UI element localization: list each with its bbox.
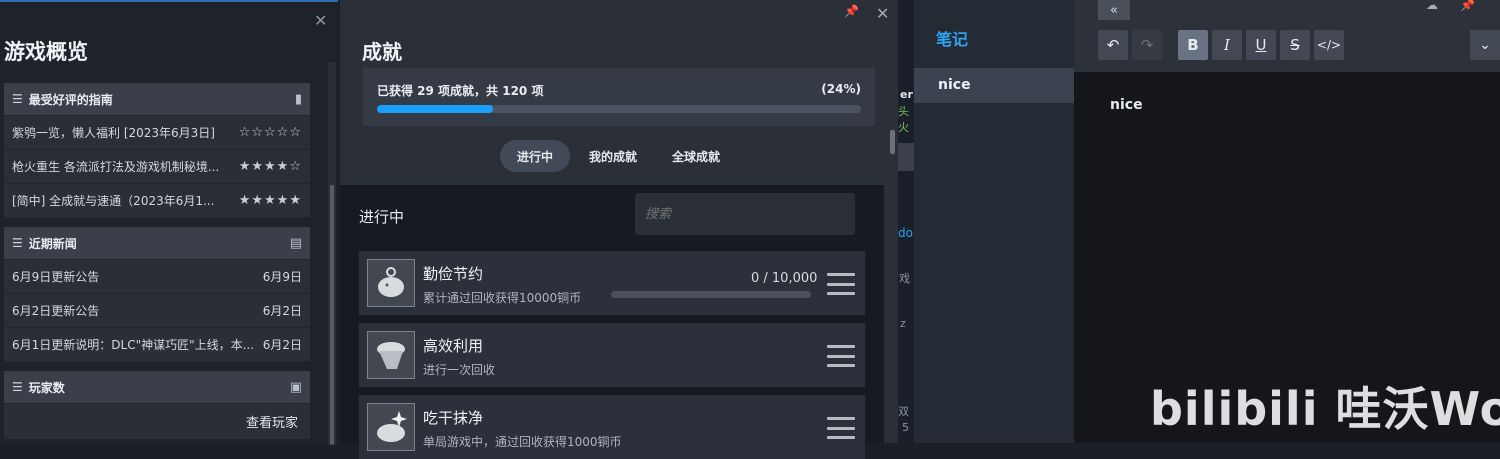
guide-item[interactable]: 枪火重生 各流派打法及游戏机制秘境... ★★★★☆ (4, 150, 310, 184)
code-button[interactable]: </> (1314, 30, 1344, 60)
strip-text: 双 (898, 405, 909, 418)
pin-icon[interactable]: 📌 (1460, 0, 1475, 12)
watermark: bilibili 哇沃WoW (1150, 382, 1500, 436)
rating-stars: ☆☆☆☆☆ (238, 125, 302, 140)
close-icon[interactable]: ✕ (876, 4, 889, 23)
news-date: 6月2日 (262, 338, 302, 352)
note-content[interactable]: nice (1110, 97, 1143, 113)
progress-bar (377, 105, 861, 113)
collapse-icon[interactable]: « (1098, 0, 1130, 20)
rating-stars: ★★★★★ (238, 193, 302, 208)
achievement-desc: 进行一次回收 (423, 363, 496, 377)
bold-button[interactable]: B (1178, 30, 1208, 60)
tab-global-achievements[interactable]: 全球成就 (658, 140, 734, 172)
scrollbar-thumb[interactable] (890, 130, 895, 154)
news-date: 6月2日 (262, 304, 302, 318)
guides-header-label: 最受好评的指南 (28, 92, 113, 107)
news-header[interactable]: ☰ 近期新闻 ▤ (4, 227, 310, 259)
notes-panel: 笔记 nice (914, 0, 1074, 443)
menu-icon[interactable] (827, 273, 855, 295)
achievement-progress-value: 0 / 10,000 (751, 271, 818, 286)
players-header-label: 玩家数 (28, 380, 65, 395)
close-icon[interactable]: ✕ (314, 11, 327, 30)
news-title: 6月9日更新公告 (12, 270, 100, 284)
menu-icon: ☰ (12, 92, 23, 106)
achievement-item[interactable]: 高效利用 进行一次回收 (359, 323, 865, 387)
strip-text: 戏 (899, 272, 910, 285)
achievements-panel: 成就 📌 ✕ 已获得 29 项成就，共 120 项 (24%) 进行中 我的成就… (340, 0, 898, 459)
menu-icon: ☰ (12, 236, 23, 250)
piggy-bank-icon (367, 259, 415, 307)
achievement-list: 进行中 勤俭节约 累计通过回收获得10000铜币 0 / 10,000 高效利用… (340, 185, 884, 459)
note-list-item[interactable]: nice (914, 68, 1074, 103)
progress-label: 已获得 29 项成就，共 120 项 (377, 84, 544, 98)
underline-button[interactable]: U (1246, 30, 1276, 60)
news-title: 6月2日更新公告 (12, 304, 100, 318)
strip-text: do (898, 226, 913, 240)
list-header: 进行中 (359, 208, 405, 226)
achievements-title: 成就 (362, 40, 402, 64)
menu-icon[interactable] (827, 345, 855, 367)
recycle-drum-icon (367, 331, 415, 379)
cloud-icon[interactable]: ☁ (1426, 0, 1438, 12)
achievement-progress-bar (611, 291, 811, 298)
italic-button[interactable]: I (1212, 30, 1242, 60)
rating-stars: ★★★★☆ (238, 159, 302, 174)
guide-title: 枪火重生 各流派打法及游戏机制秘境... (12, 160, 220, 174)
progress-bar-fill (377, 105, 494, 113)
news-header-label: 近期新闻 (28, 236, 77, 251)
strip-text: z (900, 317, 906, 330)
guides-header[interactable]: ☰ 最受好评的指南 ▮ (4, 83, 310, 115)
menu-icon: ☰ (12, 380, 23, 394)
scrollbar-thumb[interactable] (330, 185, 334, 445)
notes-title: 笔记 (936, 30, 969, 49)
guide-item[interactable]: [简中] 全成就与速通（2023年6月1... ★★★★★ (4, 184, 310, 218)
achievement-progress-card: 已获得 29 项成就，共 120 项 (24%) (363, 68, 875, 126)
strip-block (898, 143, 914, 171)
players-icon: ▣ (289, 379, 302, 395)
achievement-desc: 单局游戏中，通过回收获得1000铜币 (423, 435, 622, 449)
undo-icon[interactable]: ↶ (1098, 30, 1128, 60)
guide-title: 紫鸮一览，懒人福利 [2023年6月3日] (12, 126, 215, 140)
news-item[interactable]: 6月2日更新公告 6月2日 (4, 294, 310, 328)
redo-icon[interactable]: ↷ (1132, 30, 1162, 60)
search-input[interactable] (635, 193, 855, 235)
guide-item[interactable]: 紫鸮一览，懒人福利 [2023年6月3日] ☆☆☆☆☆ (4, 116, 310, 150)
news-date: 6月9日 (262, 270, 302, 284)
news-title: 6月1日更新说明：DLC"神谋巧匠"上线，本... (12, 338, 255, 352)
pin-icon[interactable]: 📌 (844, 4, 859, 18)
strip-text: er (900, 88, 913, 101)
editor-toolbar: « ☁ 📌 ↶ ↷ B I U S </> ⌄ (1074, 0, 1500, 72)
progress-percent: (24%) (821, 82, 861, 96)
achievement-item[interactable]: 勤俭节约 累计通过回收获得10000铜币 0 / 10,000 (359, 251, 865, 315)
tab-my-achievements[interactable]: 我的成就 (578, 140, 648, 172)
tab-in-progress[interactable]: 进行中 (500, 140, 570, 172)
achievement-desc: 累计通过回收获得10000铜币 (423, 291, 582, 305)
players-header[interactable]: ☰ 玩家数 ▣ (4, 371, 310, 403)
news-item[interactable]: 6月1日更新说明：DLC"神谋巧匠"上线，本... 6月2日 (4, 328, 310, 362)
achievement-name: 吃干抹净 (423, 409, 484, 427)
game-overview-panel: 游戏概览 ✕ ☰ 最受好评的指南 ▮ 紫鸮一览，懒人福利 [2023年6月3日]… (0, 0, 338, 445)
menu-icon[interactable] (827, 417, 855, 439)
strikethrough-button[interactable]: S (1280, 30, 1310, 60)
newspaper-icon: ▤ (289, 235, 302, 251)
guide-title: [简中] 全成就与速通（2023年6月1... (12, 194, 215, 208)
achievement-name: 勤俭节约 (423, 265, 484, 283)
achievement-name: 高效利用 (423, 337, 484, 355)
news-item[interactable]: 6月9日更新公告 6月9日 (4, 260, 310, 294)
note-editor: « ☁ 📌 ↶ ↷ B I U S </> ⌄ nice bilibili 哇沃… (1074, 0, 1500, 443)
strip-text: 5 (902, 421, 909, 434)
guide-book-icon: ▮ (294, 91, 302, 107)
view-players-label: 查看玩家 (245, 416, 298, 431)
strip-text: 头火 (898, 105, 909, 134)
overview-title: 游戏概览 (4, 40, 88, 64)
chevron-down-icon[interactable]: ⌄ (1470, 30, 1500, 60)
achievement-item[interactable]: 吃干抹净 单局游戏中，通过回收获得1000铜币 (359, 395, 865, 459)
sparkle-plate-icon (367, 403, 415, 451)
view-players-button[interactable]: 查看玩家 (4, 404, 310, 439)
background-strip: er 头火 do 戏 z 双 5 (898, 0, 914, 443)
